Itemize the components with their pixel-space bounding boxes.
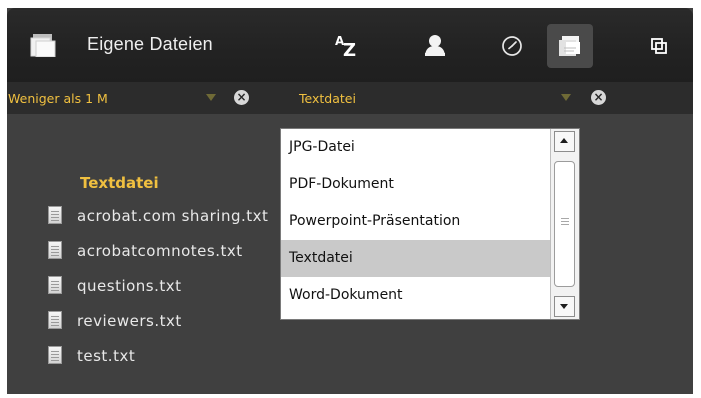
text-file-icon [48,241,62,259]
dropdown-option-selected[interactable]: Textdatei [281,240,551,277]
file-type-dropdown[interactable]: JPG-Datei PDF-Dokument Powerpoint-Präsen… [280,128,580,320]
people-icon [425,35,445,56]
file-filter-button[interactable] [547,24,593,68]
file-row[interactable]: test.txt [48,342,308,370]
dropdown-option[interactable]: JPG-Datei [281,129,551,166]
scroll-up-icon[interactable] [554,131,575,152]
size-filter-clear-icon[interactable]: × [234,90,249,105]
file-row[interactable]: acrobatcomnotes.txt [48,237,308,265]
text-file-icon [48,206,62,224]
clock-icon [502,36,522,56]
dropdown-option[interactable]: Powerpoint-Präsentation [281,203,551,240]
toolbar: Eigene Dateien A Z [7,8,693,82]
filter-bar: Weniger als 1 M × Textdatei × [7,82,693,114]
scroll-thumb[interactable] [554,161,575,287]
file-row[interactable]: reviewers.txt [48,307,308,335]
size-filter-dropdown-icon[interactable] [206,94,216,101]
dropdown-option[interactable]: Word-Dokument [281,277,551,314]
sort-az-button[interactable]: A Z [324,24,370,68]
sort-az-letter-z: Z [343,40,357,61]
dropdown-scrollbar[interactable] [550,129,579,319]
file-filter-icon [559,36,580,56]
file-name: test.txt [77,347,136,365]
file-name: acrobat.com sharing.txt [77,207,269,225]
folder-stack-icon[interactable] [30,33,56,58]
view-toggle-button[interactable] [637,24,681,68]
type-filter-label[interactable]: Textdatei [299,91,356,107]
file-name: reviewers.txt [77,312,182,330]
file-row[interactable]: questions.txt [48,272,308,300]
text-file-icon [48,346,62,364]
people-button[interactable] [412,24,458,68]
dropdown-option[interactable]: PDF-Dokument [281,166,551,203]
file-name: questions.txt [77,277,182,295]
scroll-down-icon[interactable] [554,296,575,317]
size-filter-label[interactable]: Weniger als 1 M [8,91,108,107]
text-file-icon [48,276,62,294]
type-filter-dropdown-icon[interactable] [561,94,571,101]
view-toggle-icon [651,38,667,54]
page-title: Eigene Dateien [87,34,213,54]
group-header: Textdatei [80,174,159,192]
recent-button[interactable] [489,24,535,68]
type-filter-clear-icon[interactable]: × [591,90,606,105]
sort-az-icon: A Z [329,31,365,61]
text-file-icon [48,311,62,329]
file-row[interactable]: acrobat.com sharing.txt [48,202,308,230]
file-browser-window: Eigene Dateien A Z Weniger als 1 M × Tex… [7,8,693,394]
file-name: acrobatcomnotes.txt [77,242,243,260]
